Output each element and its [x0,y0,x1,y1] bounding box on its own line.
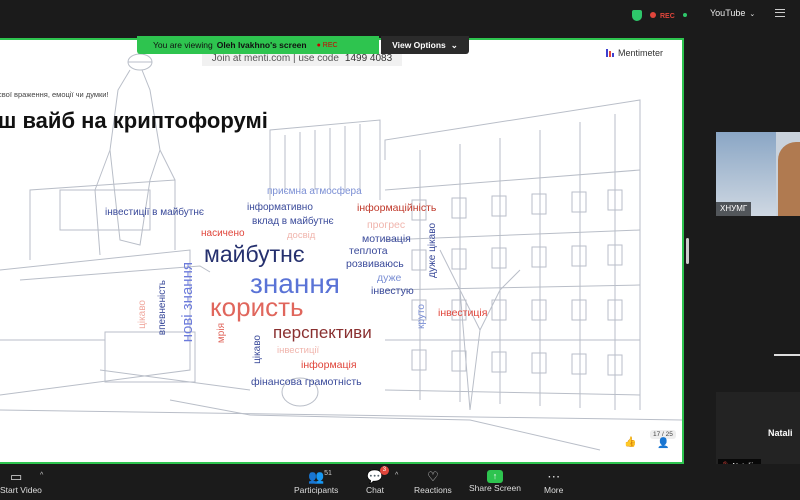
slide-title: ш вайб на криптофорумі [0,108,268,133]
join-instructions: Join at menti.com | use code 1499 4083 [202,52,402,66]
cloud-word: круто [416,304,427,329]
viewing-prefix: You are viewing [153,40,213,50]
chat-label: Chat [366,485,384,495]
audience-icon[interactable]: 👤 [657,438,669,449]
cloud-word: мрія [216,323,227,344]
join-text: Join at menti.com | use code [211,53,339,64]
chevron-up-icon[interactable]: ^ [395,472,398,479]
menu-icon[interactable] [775,9,785,17]
cloud-word: нові знання [179,262,196,343]
cloud-word: вклад в майбутнє [252,216,334,227]
cloud-word: цікаво [137,300,148,329]
start-video-button[interactable]: ▭ Start Video [0,468,42,495]
cloud-word: впевненість [157,280,168,336]
cloud-word: дуже [377,272,402,284]
cloud-word: фінансова грамотність [251,376,362,388]
cloud-word: інвестиція [438,307,488,319]
cloud-word: цікаво [252,335,263,364]
cloud-word: досвід [287,230,316,241]
share-screen-icon: ↑ [486,470,503,483]
cloud-word: інвестую [371,285,414,297]
cloud-word: мотивація [362,233,411,245]
more-label: More [544,485,564,495]
cloud-word: майбутнє [204,241,305,267]
recording-status: REC [632,7,687,23]
participant-video [778,142,800,216]
participants-button[interactable]: 👥 51 Participants [294,468,338,495]
banner-rec: ● REC [316,41,338,49]
divider [774,354,800,356]
chat-button[interactable]: 💬 3 Chat [366,466,390,495]
rec-label: REC [660,12,675,20]
heart-icon: ♡ [427,469,439,484]
participant-name-label: ХНУМГ [716,202,752,216]
shared-screen: Join at menti.com | use code 1499 4083 Me… [0,38,684,464]
participant-display-name: Natali [768,428,793,438]
more-button[interactable]: ⋯ More [544,468,563,495]
chat-icon: 💬 3 [367,466,390,485]
rec-indicator[interactable]: REC [650,11,675,20]
view-options-label: View Options [392,40,446,50]
brand-label: Mentimeter [618,48,664,58]
cloud-word: інвестиції в майбутнє [105,207,205,218]
view-options-button[interactable]: View Options ⌄ [381,36,469,54]
youtube-label: YouTube [710,8,746,18]
cloud-word: інформативно [247,202,313,213]
cloud-word: дуже цікаво [427,223,438,278]
viewing-banner: You are viewing Oleh Ivakhno's screen ● … [137,36,379,54]
mentimeter-logo-icon [606,49,614,57]
mentimeter-brand: Mentimeter [606,48,663,58]
building-sketch [0,53,682,451]
slide-subtitle: свої враження, емоції чи думки! [0,90,109,99]
panel-resize-handle[interactable] [686,238,689,264]
chat-badge: 3 [379,466,390,475]
cloud-word: теплота [349,245,388,257]
banner-rec-label: REC [322,41,338,49]
status-dot-icon [682,13,687,17]
participant-tile[interactable]: Natali 🎙Nataliia [716,392,800,472]
top-bar: REC YouTube ⌄ [0,0,800,32]
record-dot-icon [650,11,656,18]
participants-label: Participants [294,485,339,495]
presenter-name: Oleh Ivakhno's screen [216,40,307,50]
reactions-button[interactable]: ♡ Reactions [414,468,452,495]
join-code: 1499 4083 [344,53,393,64]
share-screen-label: Share Screen [469,483,521,493]
participants-icon: 👥 51 [308,468,332,485]
video-off-icon: ▭ [10,469,23,484]
meeting-toolbar: ▭ Start Video ^ 👥 51 Participants 💬 3 Chat… [0,464,800,500]
cloud-word: інформаційність [357,202,437,214]
chevron-up-icon[interactable]: ^ [40,472,43,479]
thumbs-up-icon[interactable]: 👍 [624,437,636,448]
participants-count: 51 [324,470,332,477]
cloud-word: інформація [301,359,357,371]
youtube-stream-menu[interactable]: YouTube ⌄ [710,8,755,18]
cloud-word: інвестиції [277,345,320,356]
meeting-window: REC YouTube ⌄ You are viewing Oleh Ivakhn… [0,0,800,500]
cloud-word: перспективи [273,323,372,342]
cloud-word: розвиваюсь [346,258,404,270]
cloud-word: прогрес [367,219,406,231]
reactions-label: Reactions [414,485,452,495]
participant-tile[interactable]: ХНУМГ [716,132,800,216]
more-icon: ⋯ [547,469,561,484]
start-video-label: Start Video [0,485,42,495]
cloud-word: насичено [201,228,245,239]
chevron-down-icon: ⌄ [749,11,756,18]
cloud-word: користь [210,292,304,322]
chevron-down-icon: ⌄ [450,39,458,50]
shield-icon [632,9,642,21]
share-screen-button[interactable]: ↑ Share Screen [469,468,521,493]
cloud-word: приємна атмосфера [267,186,362,197]
